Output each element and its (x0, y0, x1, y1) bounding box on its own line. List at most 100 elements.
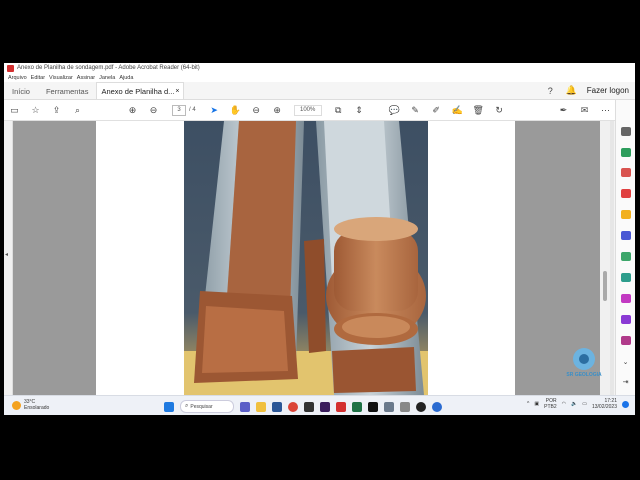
menu-janela[interactable]: Janela (99, 75, 115, 81)
edit-pdf-icon[interactable] (621, 252, 631, 261)
right-tools-panel: ⌄ ⇥ (615, 100, 635, 395)
teams-icon[interactable] (240, 401, 250, 412)
star-icon[interactable]: ☆ (30, 105, 41, 116)
help-icon[interactable]: ? (545, 85, 556, 96)
excel-icon[interactable] (352, 401, 362, 412)
word-icon[interactable] (272, 401, 282, 412)
app-icon-dark[interactable] (304, 401, 314, 412)
page-number-input[interactable]: 3 (172, 104, 186, 116)
comment-tool-icon[interactable] (621, 210, 631, 219)
search-label: Pesquisar (190, 403, 213, 410)
notification-badge-icon[interactable] (622, 400, 629, 408)
scan-ocr-icon[interactable] (621, 273, 631, 282)
menu-editar[interactable]: Editar (31, 75, 45, 81)
tab-tools[interactable]: Ferramentas (38, 83, 97, 99)
page-up-icon[interactable]: ⊕ (127, 105, 138, 116)
menu-assinar[interactable]: Assinar (77, 75, 95, 81)
fill-sign-tool-icon[interactable] (621, 294, 631, 303)
combine-files-icon[interactable] (621, 231, 631, 240)
app-icon-blue[interactable] (432, 401, 442, 412)
signin-button[interactable]: Fazer logon (587, 86, 629, 95)
scroll-thumb[interactable] (603, 271, 607, 301)
save-icon[interactable]: ▭ (9, 105, 20, 116)
weather-desc: Ensolarado (24, 405, 50, 411)
draw-icon[interactable]: ✐ (431, 105, 442, 116)
bell-icon[interactable]: 🔔 (566, 85, 577, 96)
file-explorer-icon[interactable] (256, 401, 266, 412)
app-icon-gray[interactable] (400, 401, 410, 412)
delete-icon[interactable]: 🗑 (472, 105, 483, 116)
layout-label: PTB2 (544, 404, 557, 410)
menu-bar: Arquivo Editar Visualizar Assinar Janela… (4, 73, 635, 82)
rotate-icon[interactable]: ↻ (494, 105, 505, 116)
page-total: / 4 (189, 107, 196, 113)
highlight-icon[interactable]: ✎ (410, 105, 421, 116)
tab-home[interactable]: Início (4, 83, 38, 99)
title-bar: Anexo de Planilha de sondagem.pdf - Adob… (4, 63, 635, 73)
clock[interactable]: 17:21 13/02/2023 (592, 398, 617, 410)
windows-taskbar: 33°C Ensolarado ⌕ Pesquisar ^ ▣ POR PTB2… (4, 395, 635, 415)
acrobat-taskbar-icon[interactable] (336, 401, 346, 412)
tab-document[interactable]: Anexo de Planilha d... × (96, 82, 185, 99)
window-title: Anexo de Planilha de sondagem.pdf - Adob… (17, 65, 200, 71)
create-pdf-icon[interactable] (621, 189, 631, 198)
organize-pages-icon[interactable] (621, 168, 631, 177)
select-cursor-icon[interactable]: ➤ (209, 105, 220, 116)
close-tab-icon[interactable]: × (175, 88, 179, 95)
settings-icon[interactable] (384, 401, 394, 412)
search-icon: ⌕ (185, 403, 189, 409)
export-pdf-icon[interactable] (621, 148, 631, 157)
mail-icon[interactable]: ✉ (579, 105, 590, 116)
sign-icon[interactable]: ✒ (558, 105, 569, 116)
chrome-icon[interactable] (288, 401, 298, 412)
taskbar-apps: ⌕ Pesquisar (164, 400, 442, 413)
tab-bar: Início Ferramentas Anexo de Planilha d..… (4, 82, 635, 100)
page-fit-icon[interactable]: ⧉ (333, 105, 344, 116)
sr-geologia-logo-icon (573, 348, 595, 370)
left-nav-strip[interactable]: ◂ (4, 121, 13, 395)
capcut-icon[interactable] (368, 401, 378, 412)
system-tray: ^ ▣ POR PTB2 ◠ 🔈 ▭ 17:21 13/02/2023 (527, 398, 629, 410)
sun-icon (12, 400, 21, 410)
scroll-mode-icon[interactable]: ⇕ (354, 105, 365, 116)
expand-left-panel-icon[interactable]: ◂ (5, 251, 8, 258)
weather-widget[interactable]: 33°C Ensolarado (12, 399, 49, 411)
zoom-search-icon[interactable] (621, 127, 631, 136)
language-indicator: POR PTB2 (544, 398, 557, 410)
menu-arquivo[interactable]: Arquivo (8, 75, 27, 81)
toolbar: ▭ ☆ ⇪ ⌕ ⊕ ⊖ 3 / 4 ➤ ✋ ⊖ ⊕ 100% ⧉ ⇕ 💬 ✎ ✐… (4, 100, 635, 121)
collapse-panel-icon[interactable]: ⇥ (620, 376, 631, 387)
battery-icon[interactable]: ▭ (582, 401, 587, 407)
more-tools-icon[interactable] (621, 336, 631, 345)
soil-sample-photo (184, 121, 428, 395)
taskbar-search[interactable]: ⌕ Pesquisar (180, 400, 234, 413)
sr-geologia-watermark: SR GEOLOGIA (564, 348, 604, 388)
header-right: ? 🔔 Fazer logon (545, 85, 629, 96)
page-navigator: 3 / 4 (172, 104, 196, 116)
chevron-up-icon[interactable]: ^ (527, 401, 529, 407)
zoom-in-icon[interactable]: ⊕ (272, 105, 283, 116)
search-icon[interactable]: ⌕ (72, 105, 83, 116)
windows-start-icon[interactable] (164, 401, 174, 412)
menu-visualizar[interactable]: Visualizar (49, 75, 73, 81)
acrobat-window: Anexo de Planilha de sondagem.pdf - Adob… (4, 63, 635, 415)
obs-icon[interactable] (416, 401, 426, 412)
premiere-icon[interactable] (320, 401, 330, 412)
zoom-out-icon[interactable]: ⊖ (251, 105, 262, 116)
fill-sign-icon[interactable]: ✍ (452, 105, 463, 116)
hand-tool-icon[interactable]: ✋ (230, 105, 241, 116)
page-down-icon[interactable]: ⊖ (148, 105, 159, 116)
upload-icon[interactable]: ⇪ (51, 105, 62, 116)
volume-icon[interactable]: 🔈 (571, 401, 577, 407)
acrobat-app-icon (7, 64, 14, 72)
zoom-level[interactable]: 100% (293, 104, 322, 116)
chevron-down-icon[interactable]: ⌄ (620, 356, 631, 367)
page-gutter-left (13, 121, 96, 395)
more-icon[interactable]: ⋯ (600, 105, 611, 116)
comment-icon[interactable]: 💬 (389, 105, 400, 116)
protect-icon[interactable] (621, 315, 631, 324)
menu-ajuda[interactable]: Ajuda (119, 75, 133, 81)
wifi-icon[interactable]: ◠ (562, 401, 566, 407)
tray-app-icon[interactable]: ▣ (534, 401, 539, 407)
clock-date: 13/02/2023 (591, 404, 617, 410)
